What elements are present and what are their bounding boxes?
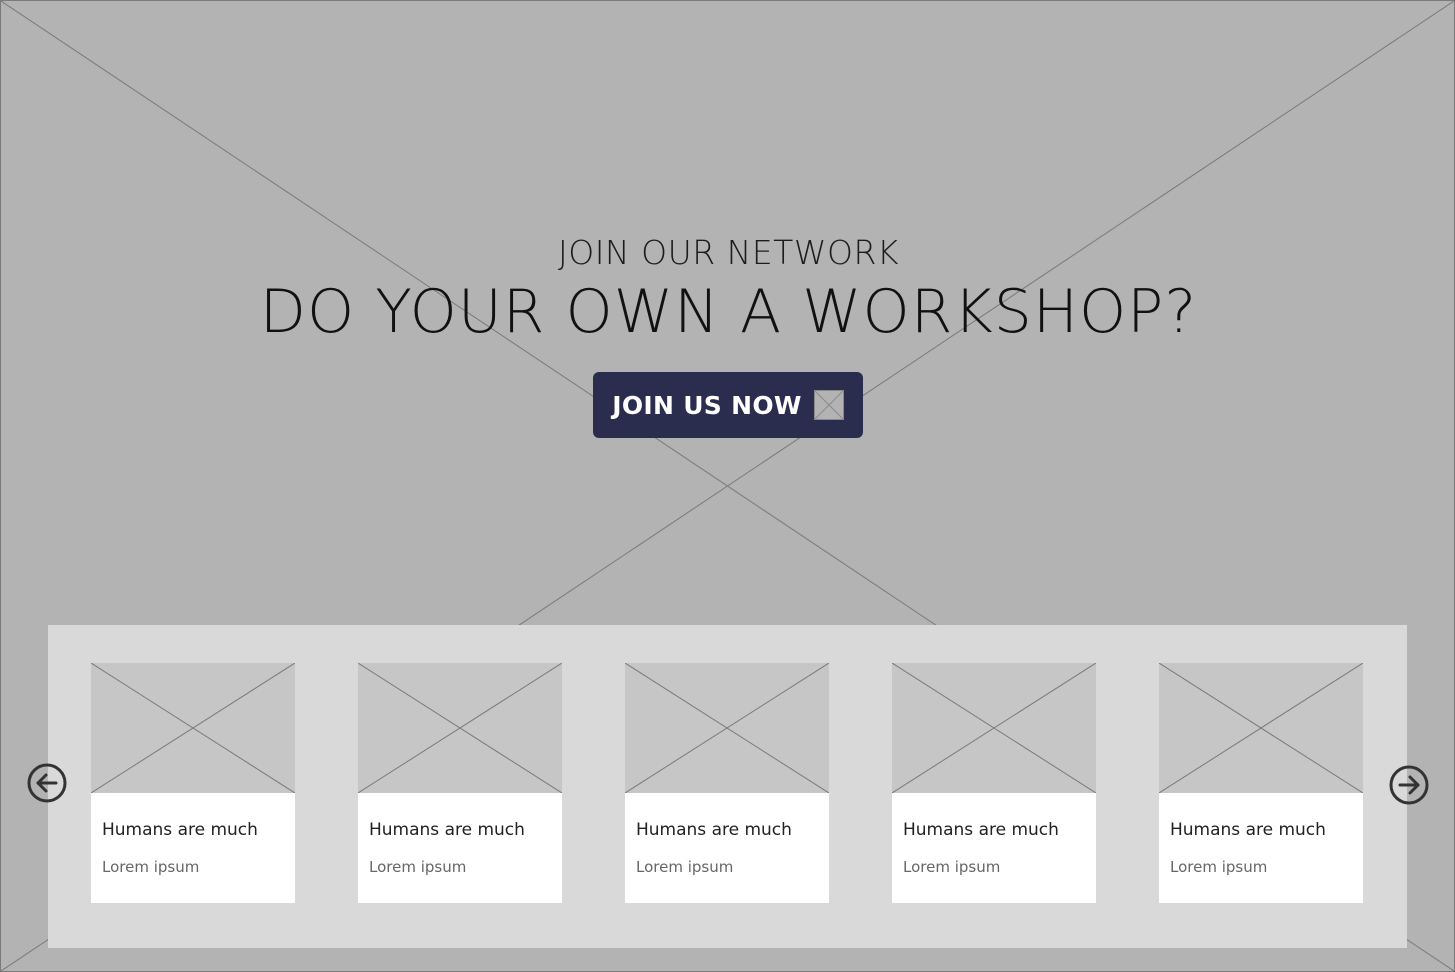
arrow-left-circle-icon [27,763,67,803]
carousel-card[interactable]: Humans are much Lorem ipsum [1159,663,1363,903]
card-title: Humans are much [1170,820,1326,840]
carousel-prev-button[interactable] [27,763,67,803]
card-subtitle: Lorem ipsum [1170,858,1268,876]
arrow-right-circle-icon [1389,765,1429,805]
carousel-card[interactable]: Humans are much Lorem ipsum [358,663,562,903]
card-image-placeholder [358,663,562,793]
carousel-next-button[interactable] [1389,765,1429,805]
card-title: Humans are much [903,820,1059,840]
join-us-button-label: JOIN US NOW [612,390,802,420]
hero-title: DO YOUR OWN A WORKSHOP? [259,277,1198,347]
card-subtitle: Lorem ipsum [102,858,200,876]
card-title: Humans are much [369,820,525,840]
card-image-placeholder [625,663,829,793]
card-subtitle: Lorem ipsum [636,858,734,876]
card-subtitle: Lorem ipsum [903,858,1001,876]
card-image-placeholder [892,663,1096,793]
card-image-placeholder [91,663,295,793]
card-title: Humans are much [636,820,792,840]
carousel-card[interactable]: Humans are much Lorem ipsum [892,663,1096,903]
card-subtitle: Lorem ipsum [369,858,467,876]
hero-kicker: JOIN OUR NETWORK [557,233,900,272]
image-placeholder-icon [813,390,844,420]
carousel-card[interactable]: Humans are much Lorem ipsum [91,663,295,903]
card-title: Humans are much [102,820,258,840]
join-us-button[interactable]: JOIN US NOW [593,372,863,438]
workshop-carousel: Humans are much Lorem ipsum Humans are m… [48,625,1407,948]
carousel-card[interactable]: Humans are much Lorem ipsum [625,663,829,903]
card-image-placeholder [1159,663,1363,793]
